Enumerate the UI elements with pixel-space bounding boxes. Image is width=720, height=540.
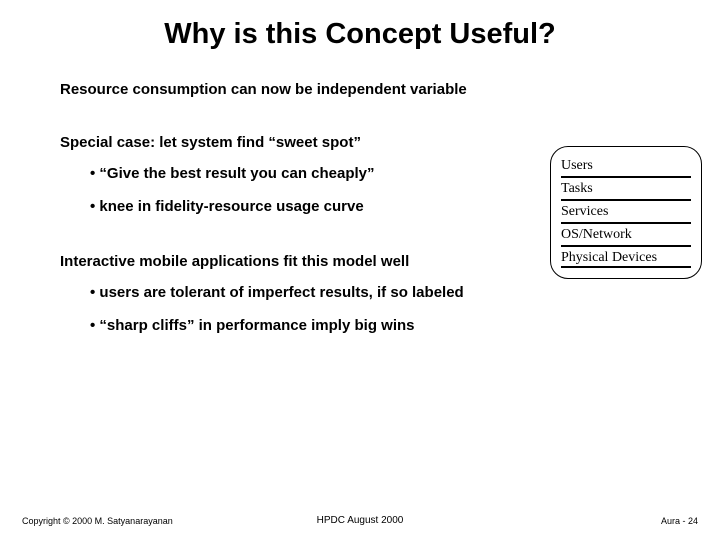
layer-stack-box: Users Tasks Services OS/Network Physical…	[550, 146, 702, 279]
stack-tasks: Tasks	[561, 178, 691, 201]
bullet-sharp-cliffs: “sharp cliffs” in performance imply big …	[90, 317, 660, 334]
bullet-tolerant: users are tolerant of imperfect results,…	[90, 284, 660, 301]
footer-event: HPDC August 2000	[317, 515, 404, 526]
footer-page: Aura - 24	[661, 516, 698, 526]
footer: Copyright © 2000 M. Satyanarayanan HPDC …	[0, 516, 720, 526]
stack-physical-devices: Physical Devices	[561, 247, 691, 268]
stack-services: Services	[561, 201, 691, 224]
slide: Why is this Concept Useful? Resource con…	[0, 0, 720, 540]
stack-os-network: OS/Network	[561, 224, 691, 247]
slide-title: Why is this Concept Useful?	[0, 18, 720, 51]
footer-copyright: Copyright © 2000 M. Satyanarayanan	[22, 516, 173, 526]
bullet-group-2: users are tolerant of imperfect results,…	[90, 284, 660, 334]
paragraph-resource: Resource consumption can now be independ…	[60, 81, 660, 98]
stack-users: Users	[561, 155, 691, 178]
